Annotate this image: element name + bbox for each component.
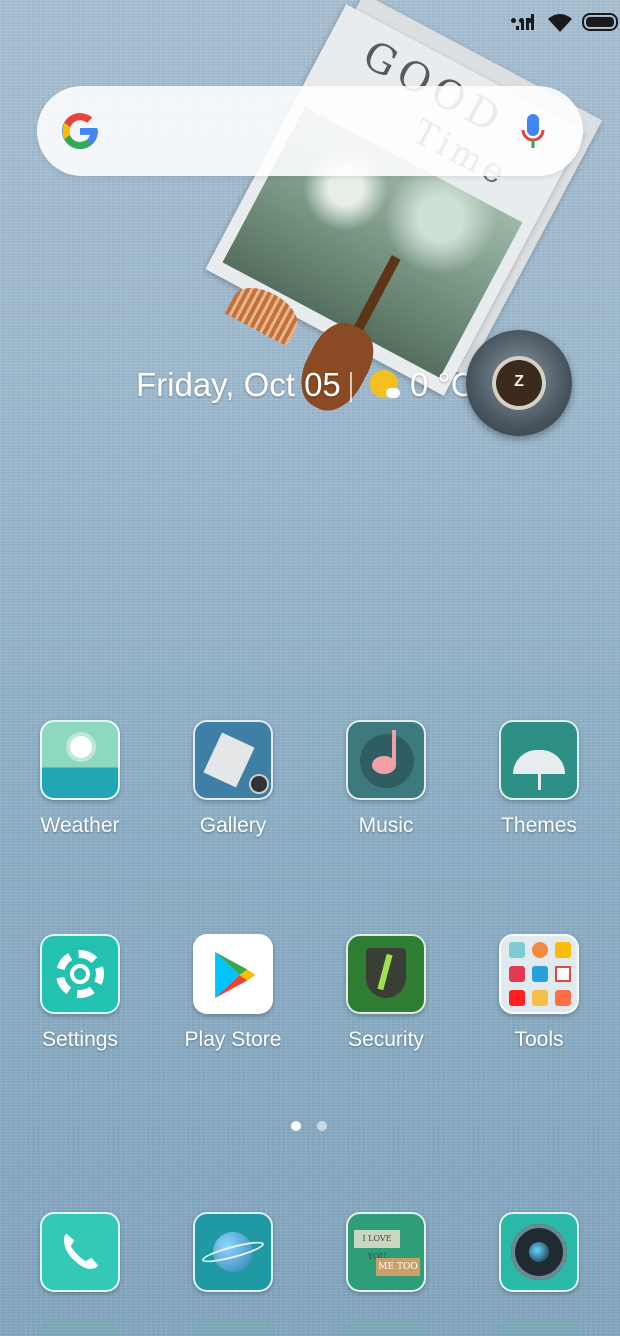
dock-phone[interactable] — [10, 1212, 150, 1292]
date-text[interactable]: Friday, Oct 05 — [136, 366, 341, 404]
page-dot-2[interactable] — [317, 1121, 327, 1131]
date-weather-divider — [350, 372, 352, 402]
themes-umbrella-icon — [499, 720, 579, 800]
tools-folder-icon — [499, 934, 579, 1014]
app-label: Tools — [514, 1028, 564, 1051]
dock-messaging[interactable]: I LOVE YOU ME TOO — [316, 1212, 456, 1292]
floating-coffee-button[interactable]: Z — [466, 330, 572, 436]
app-play-store[interactable]: Play Store — [163, 934, 303, 1052]
app-label: Security — [348, 1028, 424, 1051]
app-themes[interactable]: Themes — [469, 720, 609, 838]
phone-icon — [40, 1212, 120, 1292]
dock-shadow — [193, 1320, 273, 1336]
dock-shadow — [346, 1320, 426, 1336]
dock-shadow — [499, 1320, 579, 1336]
weather-icon — [40, 720, 120, 800]
messaging-icon: I LOVE YOU ME TOO — [346, 1212, 426, 1292]
app-security[interactable]: Security — [316, 934, 456, 1052]
gallery-icon — [193, 720, 273, 800]
cloud-icon — [386, 388, 400, 398]
temperature-text[interactable]: 0 °C — [410, 366, 475, 404]
app-gallery[interactable]: Gallery — [163, 720, 303, 838]
app-settings[interactable]: Settings — [10, 934, 150, 1052]
app-label: Settings — [42, 1028, 118, 1051]
app-label: Themes — [501, 814, 577, 837]
book-image — [224, 278, 306, 347]
google-g-icon — [62, 113, 98, 149]
camera-icon — [499, 1212, 579, 1292]
browser-globe-icon — [193, 1212, 273, 1292]
page-indicator[interactable] — [291, 1121, 327, 1131]
dock-shadow — [40, 1320, 120, 1336]
play-store-icon — [193, 934, 273, 1014]
message-bubble-2: ME TOO — [376, 1258, 420, 1276]
google-search-bar[interactable] — [37, 86, 583, 176]
app-label: Gallery — [199, 814, 267, 837]
security-shield-icon — [346, 934, 426, 1014]
app-tools[interactable]: Tools — [469, 934, 609, 1052]
app-music[interactable]: Music — [316, 720, 456, 838]
message-bubble-1: I LOVE YOU — [354, 1230, 400, 1261]
coffee-cup-icon: Z — [492, 356, 546, 410]
dock-camera[interactable] — [469, 1212, 609, 1292]
app-label: Play Store — [184, 1028, 282, 1051]
music-icon — [346, 720, 426, 800]
microphone-icon[interactable] — [521, 112, 545, 152]
app-weather[interactable]: Weather — [10, 720, 150, 838]
app-label: Weather — [40, 814, 120, 837]
settings-gear-icon — [40, 934, 120, 1014]
app-label: Music — [358, 814, 414, 837]
dock-browser[interactable] — [163, 1212, 303, 1292]
page-dot-1[interactable] — [291, 1121, 301, 1131]
